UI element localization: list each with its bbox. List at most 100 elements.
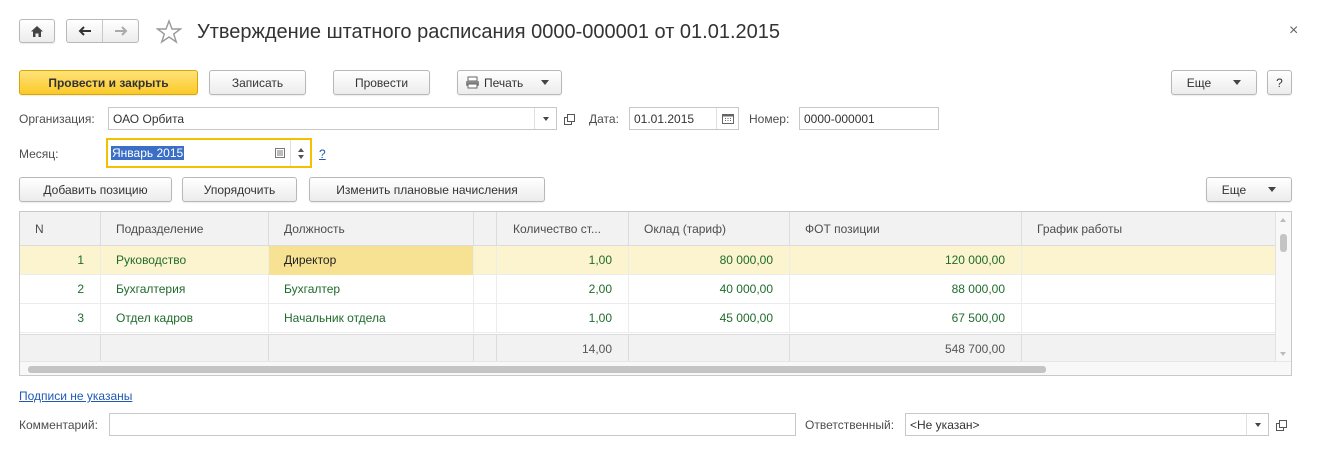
add-position-button[interactable]: Добавить позицию bbox=[19, 177, 172, 202]
col-header-salary[interactable]: Оклад (тариф) bbox=[629, 212, 790, 246]
scroll-up-icon[interactable] bbox=[1280, 218, 1286, 222]
post-button[interactable]: Провести bbox=[333, 70, 430, 95]
more-button[interactable]: Еще bbox=[1171, 70, 1257, 95]
footer-n bbox=[20, 335, 101, 363]
comment-field[interactable] bbox=[109, 413, 796, 436]
home-button[interactable] bbox=[19, 19, 55, 43]
cell-schedule bbox=[1022, 304, 1276, 333]
number-label: Номер: bbox=[749, 112, 790, 126]
more-label: Еще bbox=[1186, 75, 1212, 90]
nav-buttons bbox=[66, 19, 139, 43]
cell-blank bbox=[474, 275, 497, 304]
table-footer: 14,00 548 700,00 bbox=[20, 334, 1276, 363]
date-value: 01.01.2015 bbox=[634, 111, 695, 126]
cell-quantity: 1,00 bbox=[497, 304, 629, 333]
cell-fot: 88 000,00 bbox=[790, 275, 1022, 304]
cell-salary: 45 000,00 bbox=[629, 304, 790, 333]
col-header-position[interactable]: Должность bbox=[269, 212, 474, 246]
comment-label: Комментарий: bbox=[19, 418, 98, 432]
chevron-down-icon bbox=[541, 80, 550, 85]
spin-up-icon[interactable] bbox=[297, 147, 304, 152]
vertical-scroll-thumb[interactable] bbox=[1280, 234, 1287, 252]
table-more-label: Еще bbox=[1221, 182, 1247, 197]
col-header-blank[interactable] bbox=[474, 212, 497, 246]
col-header-department[interactable]: Подразделение bbox=[101, 212, 269, 246]
scroll-down-icon[interactable] bbox=[1280, 352, 1286, 356]
responsible-dropdown-button[interactable] bbox=[1246, 414, 1268, 435]
month-value: Январь 2015 bbox=[111, 146, 185, 160]
cell-department: Отдел кадров bbox=[101, 304, 269, 333]
print-label: Печать bbox=[484, 75, 524, 90]
footer-blank bbox=[474, 335, 497, 363]
chevron-down-icon bbox=[1254, 422, 1261, 427]
footer-position bbox=[269, 335, 474, 363]
cell-n: 3 bbox=[20, 304, 101, 333]
table-row[interactable]: 2 Бухгалтерия Бухгалтер 2,00 40 000,00 8… bbox=[20, 275, 1276, 304]
cell-department: Бухгалтерия bbox=[101, 275, 269, 304]
org-field[interactable]: ОАО Орбита bbox=[108, 107, 557, 130]
vertical-scrollbar[interactable] bbox=[1275, 212, 1291, 362]
help-button[interactable]: ? bbox=[1267, 70, 1292, 95]
footer-department bbox=[101, 335, 269, 363]
col-header-n[interactable]: N bbox=[20, 212, 101, 246]
staff-table[interactable]: N Подразделение Должность Количество ст.… bbox=[19, 211, 1292, 376]
month-help-link[interactable]: ? bbox=[319, 147, 326, 161]
cell-salary: 40 000,00 bbox=[629, 275, 790, 304]
org-dropdown-button[interactable] bbox=[534, 108, 556, 129]
cell-department: Руководство bbox=[101, 246, 269, 275]
cell-schedule bbox=[1022, 275, 1276, 304]
month-field[interactable]: Январь 2015 bbox=[106, 138, 312, 168]
date-field[interactable]: 01.01.2015 bbox=[629, 107, 739, 130]
footer-salary bbox=[629, 335, 790, 363]
month-select-button[interactable] bbox=[270, 140, 290, 166]
cell-quantity: 2,00 bbox=[497, 275, 629, 304]
signatures-link[interactable]: Подписи не указаны bbox=[19, 389, 132, 403]
month-label: Месяц: bbox=[19, 147, 59, 161]
cell-quantity: 1,00 bbox=[497, 246, 629, 275]
change-accruals-button[interactable]: Изменить плановые начисления bbox=[309, 177, 545, 202]
col-header-fot[interactable]: ФОТ позиции bbox=[790, 212, 1022, 246]
cell-blank bbox=[474, 246, 497, 275]
footer-fot-total: 548 700,00 bbox=[790, 335, 1022, 363]
responsible-field[interactable]: <Не указан> bbox=[905, 413, 1269, 436]
save-button[interactable]: Записать bbox=[209, 70, 306, 95]
calendar-button[interactable] bbox=[716, 108, 738, 129]
col-header-schedule[interactable]: График работы bbox=[1022, 212, 1276, 246]
responsible-open-button[interactable] bbox=[1271, 415, 1291, 435]
sort-button[interactable]: Упорядочить bbox=[182, 177, 297, 202]
horizontal-scroll-thumb[interactable] bbox=[28, 366, 1046, 373]
table-row[interactable]: 1 Руководство Директор 1,00 80 000,00 12… bbox=[20, 246, 1276, 275]
cell-schedule bbox=[1022, 246, 1276, 275]
forward-button[interactable] bbox=[103, 20, 138, 42]
table-more-button[interactable]: Еще bbox=[1206, 177, 1292, 202]
footer-schedule bbox=[1022, 335, 1276, 363]
cell-position[interactable]: Директор bbox=[269, 246, 474, 275]
responsible-value: <Не указан> bbox=[910, 417, 980, 432]
org-open-button[interactable] bbox=[559, 109, 579, 129]
org-label: Организация: bbox=[19, 112, 95, 126]
date-label: Дата: bbox=[589, 112, 619, 126]
close-icon[interactable]: × bbox=[1289, 22, 1298, 40]
cell-n: 1 bbox=[20, 246, 101, 275]
col-header-quantity[interactable]: Количество ст... bbox=[497, 212, 629, 246]
back-button[interactable] bbox=[67, 20, 103, 42]
month-spinner[interactable] bbox=[290, 140, 310, 166]
spin-down-icon[interactable] bbox=[297, 154, 304, 159]
arrow-right-icon bbox=[114, 26, 127, 36]
print-button[interactable]: Печать bbox=[457, 70, 562, 95]
chevron-down-icon bbox=[1268, 187, 1277, 192]
number-value: 0000-000001 bbox=[804, 111, 875, 126]
cell-n: 2 bbox=[20, 275, 101, 304]
horizontal-scrollbar[interactable] bbox=[20, 361, 1291, 375]
number-field[interactable]: 0000-000001 bbox=[799, 107, 939, 130]
favorite-star-icon[interactable] bbox=[155, 19, 183, 47]
cell-position: Начальник отдела bbox=[269, 304, 474, 333]
chevron-down-icon bbox=[1233, 80, 1242, 85]
cell-salary: 80 000,00 bbox=[629, 246, 790, 275]
table-row[interactable]: 3 Отдел кадров Начальник отдела 1,00 45 … bbox=[20, 304, 1276, 333]
open-form-icon bbox=[1275, 419, 1287, 431]
open-form-icon bbox=[563, 113, 575, 125]
page-title: Утверждение штатного расписания 0000-000… bbox=[197, 21, 781, 43]
post-and-close-button[interactable]: Провести и закрыть bbox=[19, 70, 198, 95]
responsible-label: Ответственный: bbox=[805, 418, 895, 432]
